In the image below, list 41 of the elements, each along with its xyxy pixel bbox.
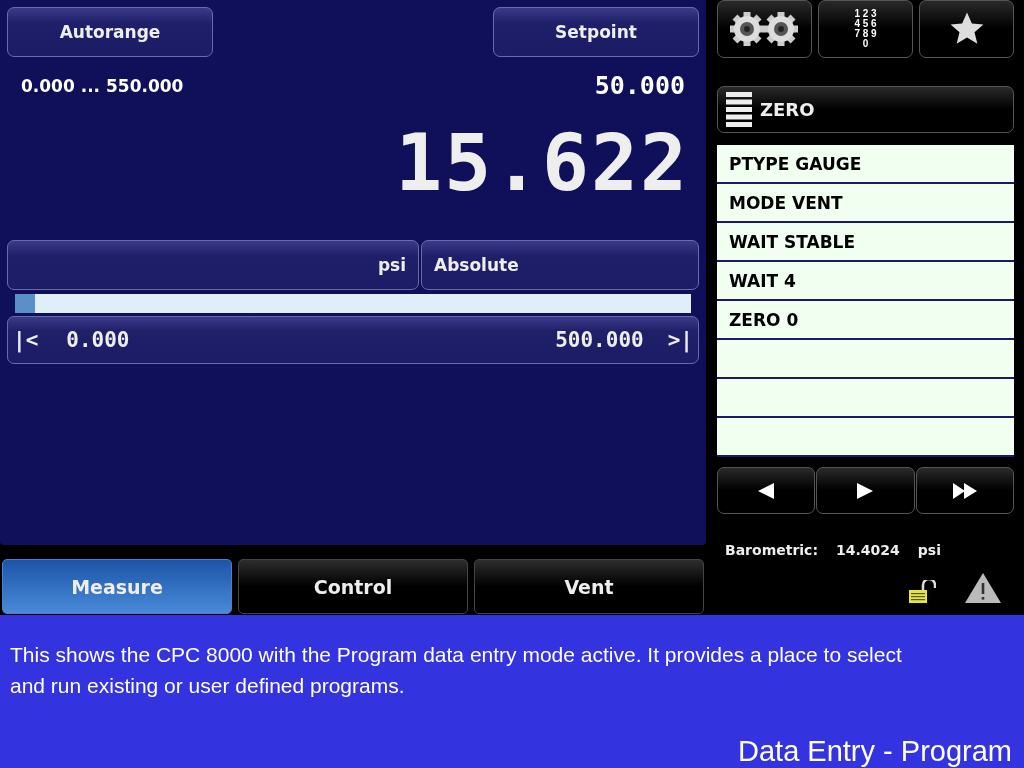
scale-max: 500.000: [555, 328, 644, 352]
program-step[interactable]: PTYPE GAUGE: [717, 145, 1014, 184]
barometric-unit: psi: [917, 542, 941, 558]
setpoint-value: 50.000: [594, 71, 685, 100]
menu-icon: [726, 91, 752, 128]
program-step[interactable]: MODE VENT: [717, 184, 1014, 223]
fast-forward-button[interactable]: [915, 467, 1014, 514]
mode-tab[interactable]: Control: [238, 559, 468, 614]
keypad-button[interactable]: 1 2 3 4 5 6 7 8 9 0: [818, 0, 913, 58]
left-triangle-icon: [757, 481, 776, 500]
favorites-button[interactable]: [919, 0, 1014, 58]
empty-program-row[interactable]: [717, 418, 1014, 457]
empty-program-row[interactable]: [717, 340, 1014, 379]
run-button[interactable]: [816, 467, 915, 514]
mode-button[interactable]: Absolute: [421, 240, 699, 290]
setpoint-button[interactable]: Setpoint: [493, 7, 699, 57]
program-step[interactable]: WAIT STABLE: [717, 223, 1014, 262]
fast-forward-icon: [951, 481, 978, 500]
play-icon: [856, 481, 875, 500]
mode-tab[interactable]: Measure: [2, 559, 232, 614]
settings-button[interactable]: [717, 0, 812, 58]
empty-program-row[interactable]: [717, 379, 1014, 418]
autorange-button[interactable]: Autorange: [7, 7, 213, 57]
scale-min: 0.000: [66, 328, 130, 352]
range-text: 0.000 ... 550.000: [21, 75, 184, 96]
unit-button[interactable]: psi: [7, 240, 419, 290]
scale-min-arrow: |<: [13, 328, 39, 352]
program-step[interactable]: ZERO 0: [717, 301, 1014, 340]
caption-text: This shows the CPC 8000 with the Program data entry mode active. It provides a place to select and run existing or user defined programs.: [10, 642, 903, 699]
barometric-value: 14.4024: [836, 542, 900, 558]
program-menu-button[interactable]: ZERO: [717, 86, 1014, 133]
program-step[interactable]: WAIT 4: [717, 262, 1014, 301]
pressure-reading: 15.622: [395, 124, 689, 202]
mode-tab[interactable]: Vent: [474, 559, 704, 614]
warning-icon[interactable]: [964, 572, 1002, 604]
slide-title: Data Entry - Program: [738, 736, 1012, 768]
barometric-label: Barometric:: [725, 542, 819, 558]
unlocked-padlock-icon[interactable]: [908, 580, 936, 604]
scale-max-arrow: >|: [667, 328, 693, 352]
previous-button[interactable]: [717, 467, 816, 514]
gears-icon: [728, 10, 801, 48]
